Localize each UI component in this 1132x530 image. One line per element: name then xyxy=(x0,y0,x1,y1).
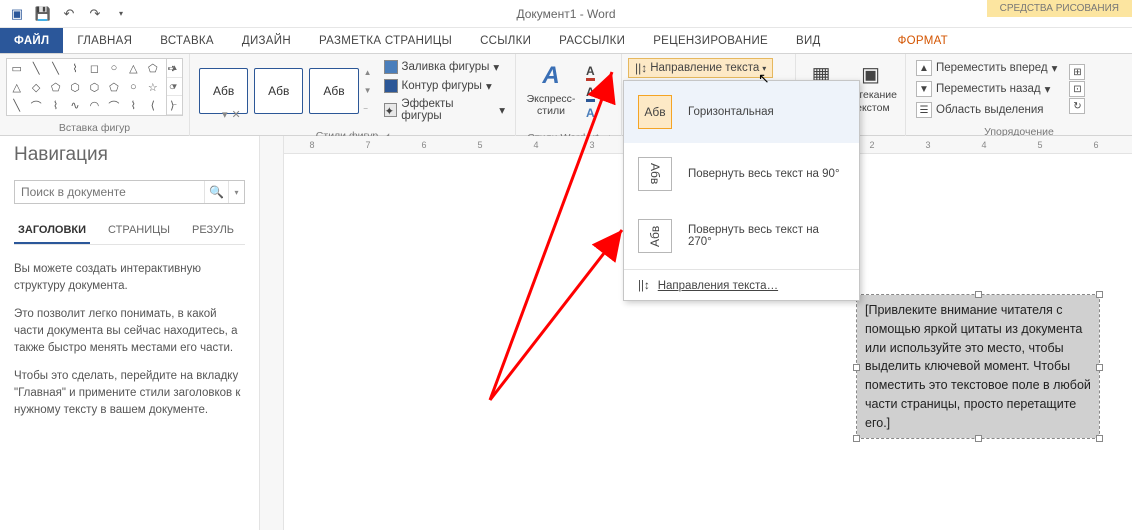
text-direction-icon: ||↕ xyxy=(635,61,647,75)
quick-access-toolbar: ▣ 💾 ↶ ↷ ▾ xyxy=(0,3,138,25)
tab-file[interactable]: ФАЙЛ xyxy=(0,28,63,53)
styles-more-icon[interactable]: ⎯ xyxy=(364,104,372,114)
undo-icon[interactable]: ↶ xyxy=(58,3,80,25)
send-backward-icon: ▼ xyxy=(916,81,932,97)
resize-handle[interactable] xyxy=(975,291,982,298)
ribbon: ▭╲╲ ⌇◻○ △⬠➪ △◇⬠ ⬡⬡⬠ ○☆○ ╲⌒⌇ ∿◠⌒ ⌇⟨⟩ ▲▼⎯ xyxy=(0,54,1132,136)
bring-forward-icon: ▲ xyxy=(916,60,932,76)
nav-help-text: Вы можете создать интерактивную структур… xyxy=(14,261,245,430)
selection-pane-icon: ☰ xyxy=(916,102,932,118)
bring-forward-button[interactable]: ▲Переместить вперед ▾ xyxy=(912,58,1061,78)
text-direction-rotate-270[interactable]: Абв Повернуть весь текст на 270° xyxy=(624,205,859,267)
tab-insert[interactable]: ВСТАВКА xyxy=(146,28,228,53)
nav-tab-headings[interactable]: ЗАГОЛОВКИ xyxy=(14,218,90,244)
wordart-icon: A xyxy=(542,62,559,91)
search-icon[interactable]: 🔍 xyxy=(204,181,228,203)
shape-style-2[interactable]: Абв xyxy=(254,68,303,114)
cursor-icon: ↖ xyxy=(758,70,770,87)
tab-design[interactable]: ДИЗАЙН xyxy=(228,28,305,53)
document-title: Документ1 - Word xyxy=(516,7,615,21)
horizontal-swatch-icon: Абв xyxy=(638,95,672,129)
save-icon[interactable]: 💾 xyxy=(32,3,54,25)
text-direction-button[interactable]: ||↕ Направление текста ▾ xyxy=(628,58,773,78)
title-bar: ▣ 💾 ↶ ↷ ▾ Документ1 - Word СРЕДСТВА РИСО… xyxy=(0,0,1132,28)
rotate90-swatch-icon: Абв xyxy=(638,157,672,191)
effects-icon: ✦ xyxy=(384,103,398,117)
text-direction-more-icon: ||↕ xyxy=(638,280,650,292)
align-button[interactable]: ⊞ xyxy=(1069,64,1085,80)
shape-style-3[interactable]: Абв xyxy=(309,68,358,114)
send-backward-button[interactable]: ▼Переместить назад ▾ xyxy=(912,79,1061,99)
navigation-pane: Навигация ▾ ✕ 🔍 ▾ ЗАГОЛОВКИ СТРАНИЦЫ РЕЗ… xyxy=(0,136,260,530)
tab-references[interactable]: ССЫЛКИ xyxy=(466,28,545,53)
quick-styles-button[interactable]: A Экспресс-стили xyxy=(522,58,580,126)
tab-layout[interactable]: РАЗМЕТКА СТРАНИЦЫ xyxy=(305,28,466,53)
rotate270-swatch-icon: Абв xyxy=(638,219,672,253)
resize-handle[interactable] xyxy=(853,435,860,442)
nav-tabs: ЗАГОЛОВКИ СТРАНИЦЫ РЕЗУЛЬ xyxy=(14,218,245,245)
text-box[interactable]: [Привлеките внимание читателя с помощью … xyxy=(856,294,1100,439)
text-outline-icon[interactable]: A xyxy=(586,85,595,102)
tab-view[interactable]: ВИД xyxy=(782,28,835,53)
group-shape-styles: Абв Абв Абв ▲ ▼ ⎯ Заливка фигуры ▾ Конту… xyxy=(190,54,516,136)
outline-icon xyxy=(384,79,398,93)
search-box[interactable]: 🔍 ▾ xyxy=(14,180,245,204)
main-area: Навигация ▾ ✕ 🔍 ▾ ЗАГОЛОВКИ СТРАНИЦЫ РЕЗ… xyxy=(0,136,1132,530)
tab-mailings[interactable]: РАССЫЛКИ xyxy=(545,28,639,53)
group-insert-shapes: ▭╲╲ ⌇◻○ △⬠➪ △◇⬠ ⬡⬡⬠ ○☆○ ╲⌒⌇ ∿◠⌒ ⌇⟨⟩ ▲▼⎯ xyxy=(0,54,190,136)
contextual-tab-header: СРЕДСТВА РИСОВАНИЯ xyxy=(987,0,1132,17)
shapes-gallery-more[interactable]: ▲▼⎯ xyxy=(166,59,182,115)
tab-review[interactable]: РЕЦЕНЗИРОВАНИЕ xyxy=(639,28,782,53)
shape-effects-button[interactable]: ✦Эффекты фигуры ▾ xyxy=(380,96,509,124)
nav-tab-results[interactable]: РЕЗУЛЬ xyxy=(188,218,238,244)
text-direction-dropdown: Абв Горизонтальная Абв Повернуть весь те… xyxy=(623,80,860,301)
selection-pane-button[interactable]: ☰Область выделения xyxy=(912,100,1061,120)
resize-handle[interactable] xyxy=(853,364,860,371)
navigation-title: Навигация xyxy=(14,144,245,166)
vertical-ruler xyxy=(260,136,284,530)
nav-dropdown-icon[interactable]: ▾ xyxy=(222,108,228,121)
resize-handle[interactable] xyxy=(1096,364,1103,371)
word-icon[interactable]: ▣ xyxy=(6,3,28,25)
ribbon-tabs: ФАЙЛ ГЛАВНАЯ ВСТАВКА ДИЗАЙН РАЗМЕТКА СТР… xyxy=(0,28,1132,54)
shape-outline-button[interactable]: Контур фигуры ▾ xyxy=(380,77,509,95)
search-input[interactable] xyxy=(15,181,204,203)
text-direction-horizontal[interactable]: Абв Горизонтальная xyxy=(624,81,859,143)
tab-home[interactable]: ГЛАВНАЯ xyxy=(63,28,146,53)
text-fill-icon[interactable]: A xyxy=(586,64,595,81)
shapes-gallery[interactable]: ▭╲╲ ⌇◻○ △⬠➪ △◇⬠ ⬡⬡⬠ ○☆○ ╲⌒⌇ ∿◠⌒ ⌇⟨⟩ ▲▼⎯ xyxy=(6,58,183,116)
text-box-content[interactable]: [Привлеките внимание читателя с помощью … xyxy=(857,295,1099,438)
nav-tab-pages[interactable]: СТРАНИЦЫ xyxy=(104,218,174,244)
styles-up-icon[interactable]: ▲ xyxy=(364,68,372,77)
qa-customize-icon[interactable]: ▾ xyxy=(110,3,132,25)
text-effects-icon[interactable]: A xyxy=(586,106,595,120)
drawing-tools-label: СРЕДСТВА РИСОВАНИЯ xyxy=(987,0,1132,17)
shape-fill-button[interactable]: Заливка фигуры ▾ xyxy=(380,58,509,76)
text-direction-more[interactable]: ||↕ Направления текста… xyxy=(624,272,859,300)
wrap-icon: ▣ xyxy=(861,63,880,87)
group-button[interactable]: ⊡ xyxy=(1069,81,1085,97)
redo-icon[interactable]: ↷ xyxy=(84,3,106,25)
group-arrange: ▲Переместить вперед ▾ ▼Переместить назад… xyxy=(906,54,1132,136)
fill-icon xyxy=(384,60,398,74)
styles-down-icon[interactable]: ▼ xyxy=(364,86,372,95)
tab-format[interactable]: ФОРМАТ xyxy=(884,28,962,53)
nav-close-icon[interactable]: ✕ xyxy=(232,108,241,121)
group-wordart-styles: A Экспресс-стили A A A Стили WordArt◢ xyxy=(516,54,622,136)
resize-handle[interactable] xyxy=(975,435,982,442)
rotate-button[interactable]: ↻ xyxy=(1069,98,1085,114)
search-dropdown-icon[interactable]: ▾ xyxy=(228,181,244,203)
group-label-insert-shapes: Вставка фигур xyxy=(59,122,130,134)
resize-handle[interactable] xyxy=(1096,291,1103,298)
text-direction-rotate-90[interactable]: Абв Повернуть весь текст на 90° xyxy=(624,143,859,205)
resize-handle[interactable] xyxy=(1096,435,1103,442)
